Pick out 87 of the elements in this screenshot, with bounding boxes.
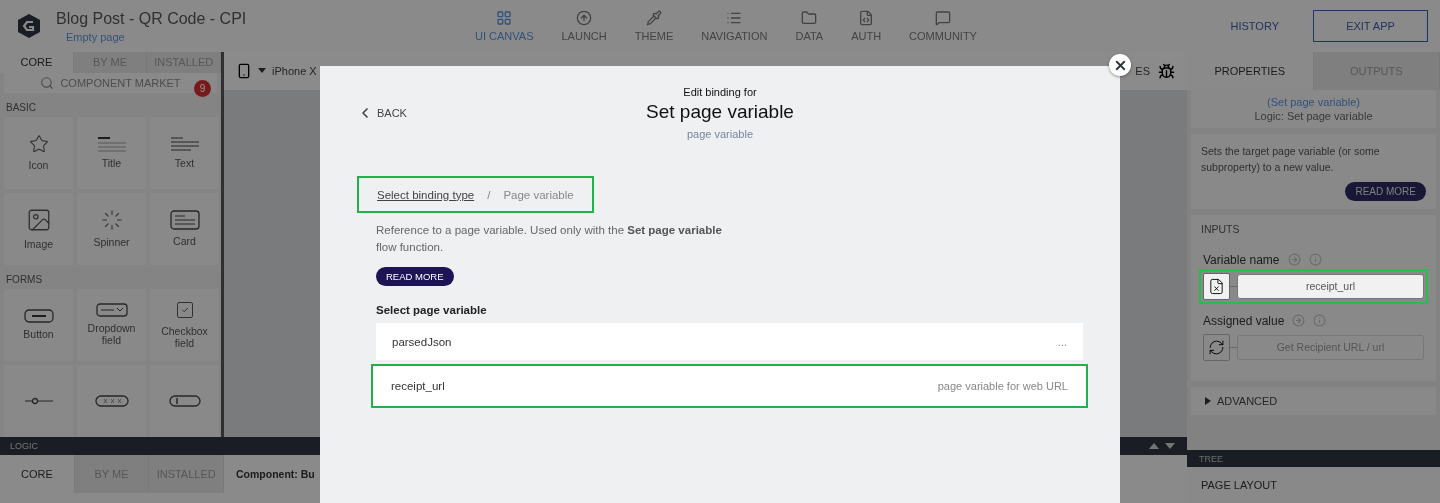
code-file-icon (858, 10, 875, 26)
panel-title: LOGIC (10, 441, 38, 451)
component-tile[interactable]: Dropdown field (77, 289, 146, 361)
back-button[interactable]: BACK (357, 105, 477, 121)
exit-app-button[interactable]: EXIT APP (1313, 10, 1428, 42)
binding-value-button[interactable]: receipt_url (1237, 273, 1424, 299)
spinner-icon (100, 209, 123, 232)
refresh-icon (1208, 338, 1225, 356)
file-x-icon (1208, 277, 1225, 295)
toggle-icon (168, 395, 201, 407)
history-link[interactable]: HISTORY (1230, 20, 1279, 32)
node-title: Logic: Set page variable (1254, 110, 1373, 122)
panel-tab[interactable]: CORE (0, 52, 74, 73)
section-title: INPUTS (1201, 222, 1241, 235)
component-tile[interactable] (77, 365, 146, 437)
phone-icon (236, 63, 252, 79)
component-tile[interactable]: Button (4, 289, 73, 361)
description-text: Sets the target page variable (or some subproperty) to a new value. (1201, 144, 1381, 175)
input-label: Variable name (1203, 252, 1280, 267)
page-link[interactable]: Empty page (56, 30, 461, 43)
list-icon (726, 10, 743, 26)
slider-icon (23, 396, 54, 406)
nav-tab[interactable]: UI CANVAS (461, 10, 548, 42)
component-tile[interactable]: Title (77, 117, 146, 189)
dialog-subtitle: page variable (686, 128, 754, 140)
nav-tab[interactable]: AUTH (837, 10, 896, 42)
dropdown-icon (95, 303, 128, 318)
panel-tab[interactable]: PROPERTIES (1187, 52, 1314, 90)
variable-row[interactable]: receipt_url page variable for web URL (371, 364, 1088, 409)
app-title: Blog Post - QR Code - CPI (56, 9, 248, 28)
section-title: BASIC (5, 101, 37, 115)
upload-icon (576, 10, 593, 26)
caret-icon (258, 68, 266, 74)
search-icon (40, 75, 55, 90)
title-icon (96, 136, 127, 153)
pipette-icon (645, 10, 662, 26)
component-tile[interactable]: Card (150, 193, 219, 265)
section-title: FORMS (5, 273, 44, 287)
binding-type-button[interactable] (1203, 272, 1230, 300)
breadcrumb-link[interactable]: Select binding type (377, 188, 475, 201)
expand-arrows-icon[interactable] (1147, 442, 1177, 450)
button-icon (23, 309, 54, 324)
component-label: Component: Bu (235, 467, 315, 482)
nav-tab[interactable]: THEME (620, 10, 688, 42)
variable-note: page variable for web URL (937, 380, 1068, 393)
nav-tab[interactable]: LAUNCH (547, 10, 621, 42)
star-icon (28, 134, 49, 155)
component-tile[interactable]: Icon (4, 117, 73, 189)
list-label: Select page variable (376, 304, 488, 317)
variable-note: ... (1057, 335, 1067, 348)
nav-tab[interactable]: DATA (781, 10, 838, 42)
toolbar-label: ES (1135, 65, 1150, 77)
dialog-title: Set page variable (646, 101, 794, 123)
breadcrumb-separator: / (487, 188, 491, 201)
grid-icon (496, 10, 513, 26)
nav-tab[interactable]: NAVIGATION (687, 10, 782, 42)
nav-tab[interactable]: COMMUNITY (895, 10, 991, 42)
description-text: Reference to a page variable. Used only with the Set page variable flow function. (376, 223, 723, 255)
component-tile[interactable]: Image (4, 193, 73, 265)
variable-name: parsedJson (392, 335, 452, 348)
read-more-button[interactable]: READ MORE (376, 267, 454, 287)
bug-icon[interactable] (1158, 62, 1175, 80)
component-tile[interactable]: Text (150, 117, 219, 189)
read-more-button[interactable]: READ MORE (1345, 181, 1426, 201)
input-label: Assigned value (1203, 313, 1285, 328)
tree-section[interactable]: PAGE LAYOUT (1187, 467, 1440, 503)
variable-row[interactable]: parsedJson ... (376, 323, 1083, 361)
folder-icon (801, 10, 818, 26)
caret-icon (1205, 396, 1211, 405)
component-tile[interactable] (4, 365, 73, 437)
checkbox-icon (174, 300, 195, 321)
component-tile[interactable]: Spinner (77, 193, 146, 265)
panel-title: TREE (1187, 450, 1440, 467)
app-logo (16, 13, 42, 39)
chat-icon (935, 10, 951, 26)
password-icon (94, 395, 129, 407)
device-selector[interactable]: iPhone X (272, 65, 317, 77)
breadcrumb-current: Page variable (503, 188, 574, 201)
count-badge: 9 (194, 79, 211, 97)
component-tile[interactable] (150, 365, 219, 437)
variable-name: receipt_url (391, 380, 445, 393)
dialog-eyebrow: Edit binding for (683, 86, 757, 98)
component-tile[interactable]: Checkbox field (150, 289, 219, 361)
card-icon (169, 210, 200, 231)
advanced-toggle[interactable]: ADVANCED (1191, 386, 1436, 415)
text-icon (169, 136, 200, 153)
node-link[interactable]: (Set page variable) (1267, 96, 1360, 108)
